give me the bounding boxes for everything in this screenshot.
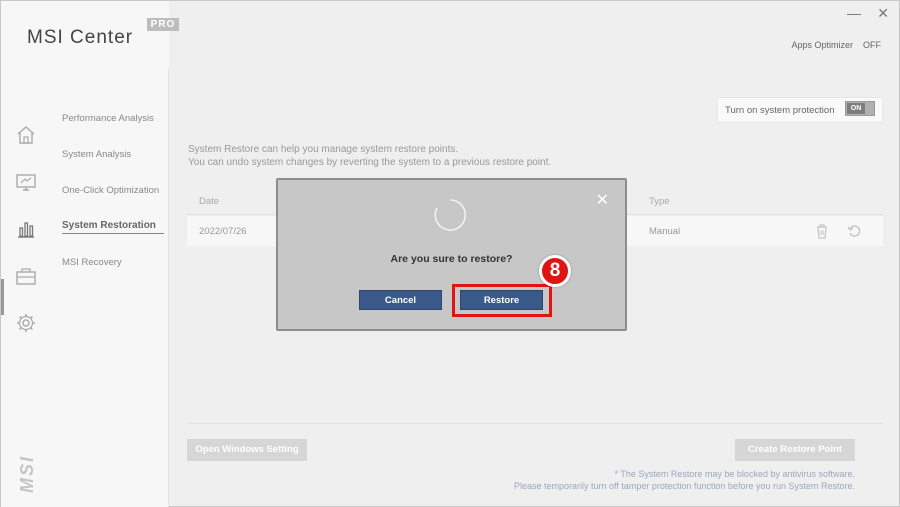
gear-icon[interactable] <box>15 312 37 334</box>
minimize-button[interactable]: — <box>847 5 861 21</box>
antivirus-note: * The System Restore may be blocked by a… <box>614 469 855 479</box>
toggle-state: ON <box>847 103 865 114</box>
submenu-system-restoration[interactable]: System Restoration <box>62 220 156 231</box>
delete-icon[interactable] <box>815 223 829 239</box>
submenu-active-underline <box>62 233 164 234</box>
app-window: MSI Center PRO — ✕ Apps Optimizer OFF MS… <box>0 0 900 507</box>
monitor-icon[interactable] <box>15 171 37 193</box>
system-protection-toggle[interactable]: ON <box>845 101 875 116</box>
apps-optimizer-label[interactable]: Apps Optimizer <box>791 40 853 50</box>
open-windows-setting-button[interactable]: Open Windows Setting <box>187 439 307 461</box>
restore-button-highlight <box>452 284 552 317</box>
loading-spinner-icon <box>434 199 467 231</box>
icon-rail: MSI <box>1 69 49 507</box>
column-type: Type <box>649 196 670 207</box>
cancel-button[interactable]: Cancel <box>359 290 442 310</box>
submenu-system-analysis[interactable]: System Analysis <box>62 149 131 160</box>
submenu: Performance Analysis System Analysis One… <box>49 69 169 507</box>
description-line-2: You can undo system changes by reverting… <box>188 157 552 168</box>
submenu-performance-analysis[interactable]: Performance Analysis <box>62 113 154 124</box>
pro-badge: PRO <box>147 18 179 31</box>
row-type: Manual <box>649 226 681 237</box>
system-protection-label: Turn on system protection <box>725 105 835 116</box>
content-divider <box>187 423 883 424</box>
title-area: MSI Center PRO <box>1 1 179 69</box>
app-title: MSI Center <box>27 27 134 48</box>
dialog-question: Are you sure to restore? <box>390 253 513 265</box>
dialog-close-icon[interactable]: ✕ <box>596 190 609 210</box>
msi-logo: MSI <box>17 454 37 493</box>
submenu-msi-recovery[interactable]: MSI Recovery <box>62 257 122 268</box>
close-window-button[interactable]: ✕ <box>877 5 889 22</box>
create-restore-point-button[interactable]: Create Restore Point <box>735 439 855 461</box>
system-protection-setting: Turn on system protection ON <box>717 97 883 123</box>
submenu-one-click-optimization[interactable]: One-Click Optimization <box>62 185 159 196</box>
toolbox-icon[interactable] <box>15 265 37 287</box>
step-number-badge: 8 <box>539 255 571 287</box>
home-icon[interactable] <box>15 124 37 146</box>
chart-bars-icon[interactable] <box>15 218 37 240</box>
restore-icon[interactable] <box>847 223 861 239</box>
column-date: Date <box>199 196 220 207</box>
rail-active-indicator <box>1 279 4 315</box>
row-date: 2022/07/26 <box>199 226 247 237</box>
description-line-1: System Restore can help you manage syste… <box>188 144 459 155</box>
apps-optimizer-state[interactable]: OFF <box>863 40 881 50</box>
tamper-protection-note: Please temporarily turn off tamper prote… <box>513 481 855 491</box>
